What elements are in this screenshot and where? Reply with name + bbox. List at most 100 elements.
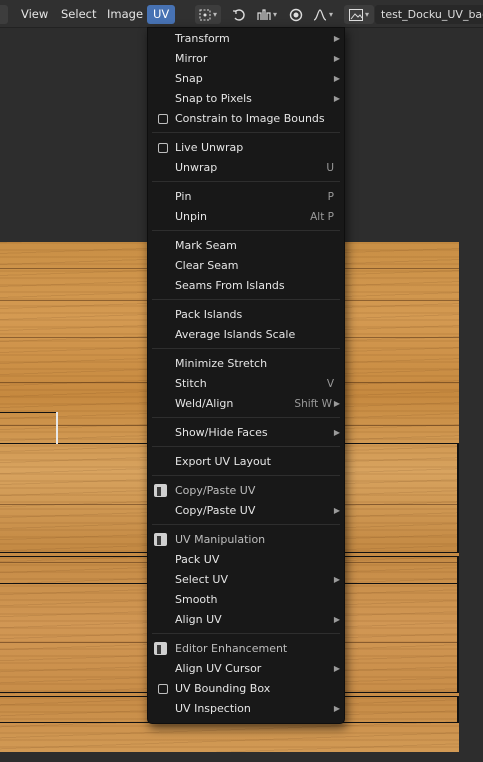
submenu-arrow-icon: ▶ [333,704,340,713]
menu-item-seams-from-islands[interactable]: Seams From Islands [148,276,344,296]
falloff-curve-icon [313,8,327,21]
menu-item-label: Mark Seam [175,239,237,252]
menu-item-shortcut: Shift W [294,398,332,410]
menu-header-editor-enhancement: Editor Enhancement [148,639,344,659]
menu-item-live-unwrap[interactable]: Live Unwrap [148,138,344,158]
menu-separator [152,132,340,133]
submenu-arrow-icon: ▶ [333,664,340,673]
menu-item-shortcut: P [327,191,334,203]
sync-icon [232,8,246,22]
menu-item-label: Stitch [175,377,207,390]
menu-item-label: Unpin [175,210,208,223]
menu-item-mirror[interactable]: Mirror ▶ [148,49,344,69]
submenu-arrow-icon: ▶ [333,428,340,437]
menu-item-copy-paste-uv[interactable]: Copy/Paste UV ▶ [148,501,344,521]
submenu-arrow-icon: ▶ [333,74,340,83]
addon-icon [154,642,167,655]
menu-item-align-uv-cursor[interactable]: Align UV Cursor ▶ [148,659,344,679]
menu-item-uv-bounding-box[interactable]: UV Bounding Box [148,679,344,699]
menu-item-select-uv[interactable]: Select UV ▶ [148,570,344,590]
menu-item-label: Weld/Align [175,397,234,410]
menu-item-snap[interactable]: Snap ▶ [148,69,344,89]
menu-item-export-uv-layout[interactable]: Export UV Layout [148,452,344,472]
chevron-down-icon: ▾ [212,10,217,19]
snap-icon [257,8,271,21]
menu-item-label: Constrain to Image Bounds [175,112,325,125]
checkbox-icon[interactable] [158,684,168,694]
menu-item-mark-seam[interactable]: Mark Seam [148,236,344,256]
menu-item-constrain-to-image-bounds[interactable]: Constrain to Image Bounds [148,109,344,129]
menu-item-label: Copy/Paste UV [175,484,256,497]
chevron-down-icon: ▾ [328,10,333,19]
menu-item-stitch[interactable]: Stitch V [148,374,344,394]
menu-item-minimize-stretch[interactable]: Minimize Stretch [148,354,344,374]
uv-edge[interactable] [457,556,459,584]
uv-edge[interactable] [0,412,57,413]
menu-item-smooth[interactable]: Smooth [148,590,344,610]
checkbox-icon[interactable] [158,143,168,153]
falloff-dropdown[interactable]: ▾ [309,5,337,24]
proportional-editing-toggle[interactable] [286,5,306,24]
menu-item-label: Clear Seam [175,259,239,272]
menu-image[interactable]: Image [101,5,149,24]
editor-type-button[interactable] [0,5,8,24]
menu-item-label: Unwrap [175,161,218,174]
menu-item-label: UV Manipulation [175,533,266,546]
menu-item-shortcut: Alt P [310,211,334,223]
menu-item-label: Select UV [175,573,229,586]
menu-item-label: Export UV Layout [175,455,271,468]
menu-item-uv-inspection[interactable]: UV Inspection ▶ [148,699,344,719]
uv-edge[interactable] [56,412,58,444]
menu-item-label: Average Islands Scale [175,328,296,341]
image-name-field[interactable]: test_Docku_UV_bac... [375,5,483,24]
menu-item-average-islands-scale[interactable]: Average Islands Scale [148,325,344,345]
menu-item-label: Show/Hide Faces [175,426,268,439]
submenu-arrow-icon: ▶ [333,506,340,515]
menu-item-label: Pack UV [175,553,220,566]
menu-item-unwrap[interactable]: Unwrap U [148,158,344,178]
uv-edge[interactable] [457,443,459,553]
chevron-down-icon: ▾ [272,10,277,19]
menu-item-label: Smooth [175,593,218,606]
menu-select[interactable]: Select [55,5,102,24]
submenu-arrow-icon: ▶ [333,54,340,63]
menu-item-show-hide-faces[interactable]: Show/Hide Faces ▶ [148,423,344,443]
sync-selection-toggle[interactable] [229,5,249,24]
menu-item-snap-to-pixels[interactable]: Snap to Pixels ▶ [148,89,344,109]
menu-item-label: Pack Islands [175,308,243,321]
uv-menu-dropdown: Transform ▶ Mirror ▶ Snap ▶ Snap to Pixels ▶ Con… [147,27,345,724]
menu-item-shortcut: U [326,162,334,174]
uv-edge[interactable] [457,696,459,723]
menu-item-align-uv[interactable]: Align UV ▶ [148,610,344,630]
menu-separator [152,299,340,300]
menu-separator [152,230,340,231]
menu-item-label: Seams From Islands [175,279,285,292]
menu-item-pack-islands[interactable]: Pack Islands [148,305,344,325]
pivot-dropdown[interactable]: ▾ [195,5,221,24]
menu-item-label: Pin [175,190,192,203]
menu-separator [152,475,340,476]
submenu-arrow-icon: ▶ [333,575,340,584]
submenu-arrow-icon: ▶ [333,615,340,624]
menu-separator [152,633,340,634]
menu-header-uv-manipulation: UV Manipulation [148,530,344,550]
chevron-down-icon: ▾ [364,10,369,19]
checkbox-icon[interactable] [158,114,168,124]
menu-item-label: Live Unwrap [175,141,244,154]
snap-dropdown[interactable]: ▾ [253,5,281,24]
menu-item-pack-uv[interactable]: Pack UV [148,550,344,570]
menu-item-pin[interactable]: Pin P [148,187,344,207]
image-icon [348,8,363,21]
uv-edge[interactable] [457,583,459,693]
menu-item-unpin[interactable]: Unpin Alt P [148,207,344,227]
menu-view[interactable]: View [15,5,54,24]
menu-item-transform[interactable]: Transform ▶ [148,29,344,49]
pivot-icon [199,9,211,21]
menu-item-clear-seam[interactable]: Clear Seam [148,256,344,276]
menu-item-label: Editor Enhancement [175,642,288,655]
menu-item-shortcut: V [326,378,334,390]
menu-item-weld-align[interactable]: Weld/Align Shift W ▶ [148,394,344,414]
menu-item-label: Align UV Cursor [175,662,262,675]
image-browse-dropdown[interactable]: ▾ [344,5,374,24]
menu-uv[interactable]: UV [147,5,176,24]
